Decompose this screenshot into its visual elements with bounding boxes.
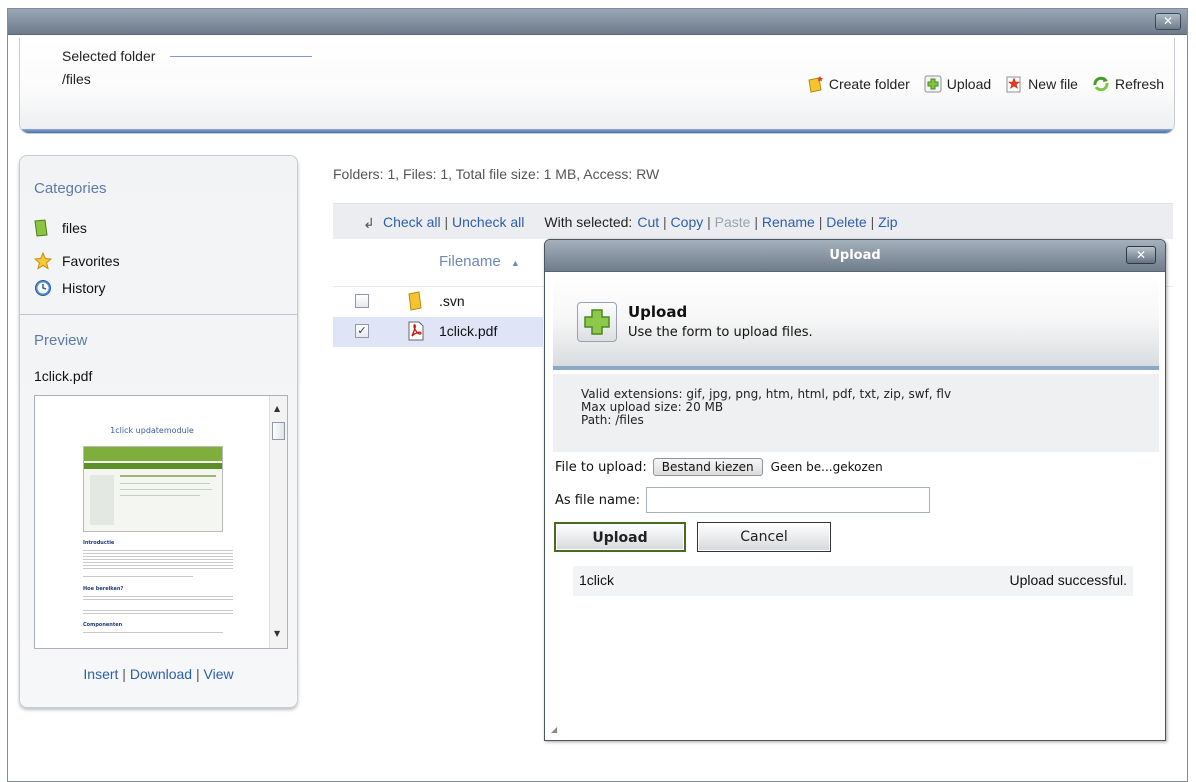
resize-grip-icon[interactable]: ◢ <box>551 725 557 734</box>
star-icon <box>33 251 53 270</box>
new-file-label: New file <box>1028 76 1078 92</box>
dialog-title: Upload <box>829 248 881 263</box>
sidebar-item-favorites[interactable]: Favorites <box>33 251 120 270</box>
upload-submit-button[interactable]: Upload <box>554 522 686 552</box>
create-folder-icon <box>806 75 824 93</box>
clock-icon <box>34 279 52 297</box>
file-name-row: As file name: <box>555 487 930 513</box>
new-file-button[interactable]: New file <box>1005 75 1078 93</box>
preview-screenshot <box>83 446 223 532</box>
column-filename[interactable]: Filename ▲ <box>439 253 520 270</box>
upload-info: Valid extensions: gif, jpg, png, htm, ht… <box>553 374 1159 452</box>
sidebar-item-history[interactable]: History <box>34 279 106 297</box>
categories-title: Categories <box>34 180 107 197</box>
window-close-button[interactable]: ✕ <box>1155 13 1181 30</box>
sidebar-item-label: Favorites <box>62 253 120 269</box>
view-link[interactable]: View <box>204 666 234 682</box>
dialog-heading: Upload <box>628 303 688 321</box>
sidebar-item-files[interactable]: files <box>34 219 87 237</box>
preview-doc-text <box>83 548 233 570</box>
refresh-icon <box>1092 75 1110 93</box>
paste-link: Paste <box>714 213 751 230</box>
sidebar-item-label: files <box>62 220 87 236</box>
create-folder-button[interactable]: Create folder <box>806 75 910 93</box>
row-checkbox[interactable]: ✓ <box>355 324 369 338</box>
check-all-link[interactable]: Check all <box>383 214 441 230</box>
header-panel: Selected folder /files Create folder Upl… <box>19 38 1175 134</box>
dialog-close-button[interactable]: ✕ <box>1126 246 1156 264</box>
preview-doc-text <box>83 608 233 616</box>
new-file-icon <box>1005 75 1023 93</box>
preview-doc-text <box>83 574 193 578</box>
chosen-file-text: Geen be...gekozen <box>770 460 883 474</box>
refresh-label: Refresh <box>1114 76 1164 92</box>
refresh-button[interactable]: Refresh <box>1092 75 1164 93</box>
preview-doc-section: Introductie <box>83 540 115 546</box>
header-divider <box>170 56 312 57</box>
upload-dialog: Upload ✕ Upload Use the form to upload f… <box>544 239 1166 741</box>
upload-label: Upload <box>946 76 992 92</box>
preview-links: Insert | Download | View <box>83 666 234 682</box>
file-name[interactable]: 1click.pdf <box>439 323 497 339</box>
upload-result-row: 1click Upload successful. <box>573 566 1133 596</box>
preview-doc-text <box>83 594 233 602</box>
window-titlebar[interactable]: ✕ <box>8 9 1187 35</box>
dialog-header: Upload Use the form to upload files. <box>553 272 1159 370</box>
folder-icon <box>34 219 52 237</box>
uploaded-file-name: 1click <box>579 572 615 588</box>
scroll-down-icon[interactable]: ▼ <box>274 629 280 638</box>
copy-link[interactable]: Copy <box>671 214 704 230</box>
zip-link[interactable]: Zip <box>878 214 897 230</box>
table-row[interactable]: ✓ 1click.pdf <box>333 317 543 347</box>
upload-icon <box>577 302 617 342</box>
preview-document: 1click updatemodule Introductie Hoe bere… <box>39 400 265 645</box>
choose-file-button[interactable]: Bestand kiezen <box>652 458 763 476</box>
preview-doc-section: Hoe bereiken? <box>83 586 124 592</box>
selected-folder-value: /files <box>62 71 91 87</box>
folder-icon <box>407 291 423 315</box>
check-arrow-icon: ↲ <box>363 215 375 231</box>
download-link[interactable]: Download <box>130 666 192 682</box>
max-upload-size: Max upload size: 20 MB <box>581 400 724 414</box>
file-name-input[interactable] <box>645 487 930 513</box>
with-selected-label: With selected: <box>544 213 633 230</box>
dialog-titlebar[interactable]: Upload ✕ <box>545 240 1165 272</box>
delete-link[interactable]: Delete <box>826 214 866 230</box>
preview-filename: 1click.pdf <box>34 368 93 384</box>
uncheck-all-link[interactable]: Uncheck all <box>452 214 524 230</box>
upload-status: Upload successful. <box>1009 572 1127 588</box>
file-name[interactable]: .svn <box>439 293 465 309</box>
sidebar-item-label: History <box>62 280 106 296</box>
preview-frame[interactable]: 1click updatemodule Introductie Hoe bere… <box>34 395 288 649</box>
scroll-up-icon[interactable]: ▲ <box>274 404 280 413</box>
actions-bar: ↲ Check all | Uncheck all With selected:… <box>333 203 1173 239</box>
preview-doc-text <box>83 630 223 634</box>
as-file-name-label: As file name: <box>555 492 640 508</box>
preview-doc-heading: 1click updatemodule <box>110 426 194 435</box>
header-toolbar: Create folder Upload New file Refresh <box>806 75 1164 93</box>
rename-link[interactable]: Rename <box>762 214 815 230</box>
file-to-upload-label: File to upload: <box>555 459 647 475</box>
preview-title: Preview <box>34 332 88 349</box>
sidebar-divider <box>20 314 297 315</box>
upload-button[interactable]: Upload <box>924 75 991 93</box>
folder-summary: Folders: 1, Files: 1, Total file size: 1… <box>333 166 660 182</box>
upload-icon <box>924 75 942 93</box>
upload-path: Path: /files <box>581 413 644 427</box>
sidebar-panel: Categories files Favorites History Previ… <box>19 155 298 708</box>
preview-doc-section: Componenten <box>83 622 123 628</box>
row-checkbox[interactable] <box>355 294 369 308</box>
create-folder-label: Create folder <box>828 76 910 92</box>
selected-folder-label: Selected folder <box>62 48 156 64</box>
cancel-button[interactable]: Cancel <box>697 522 831 552</box>
pdf-icon <box>407 321 425 345</box>
insert-link[interactable]: Insert <box>83 666 118 682</box>
file-to-upload-row: File to upload: Bestand kiezen Geen be..… <box>555 458 883 476</box>
sort-asc-icon: ▲ <box>510 258 520 268</box>
dialog-subheading: Use the form to upload files. <box>628 325 813 340</box>
preview-scrollbar[interactable]: ▲ ▼ <box>269 396 287 648</box>
scroll-thumb[interactable] <box>272 422 285 440</box>
cut-link[interactable]: Cut <box>637 214 659 230</box>
